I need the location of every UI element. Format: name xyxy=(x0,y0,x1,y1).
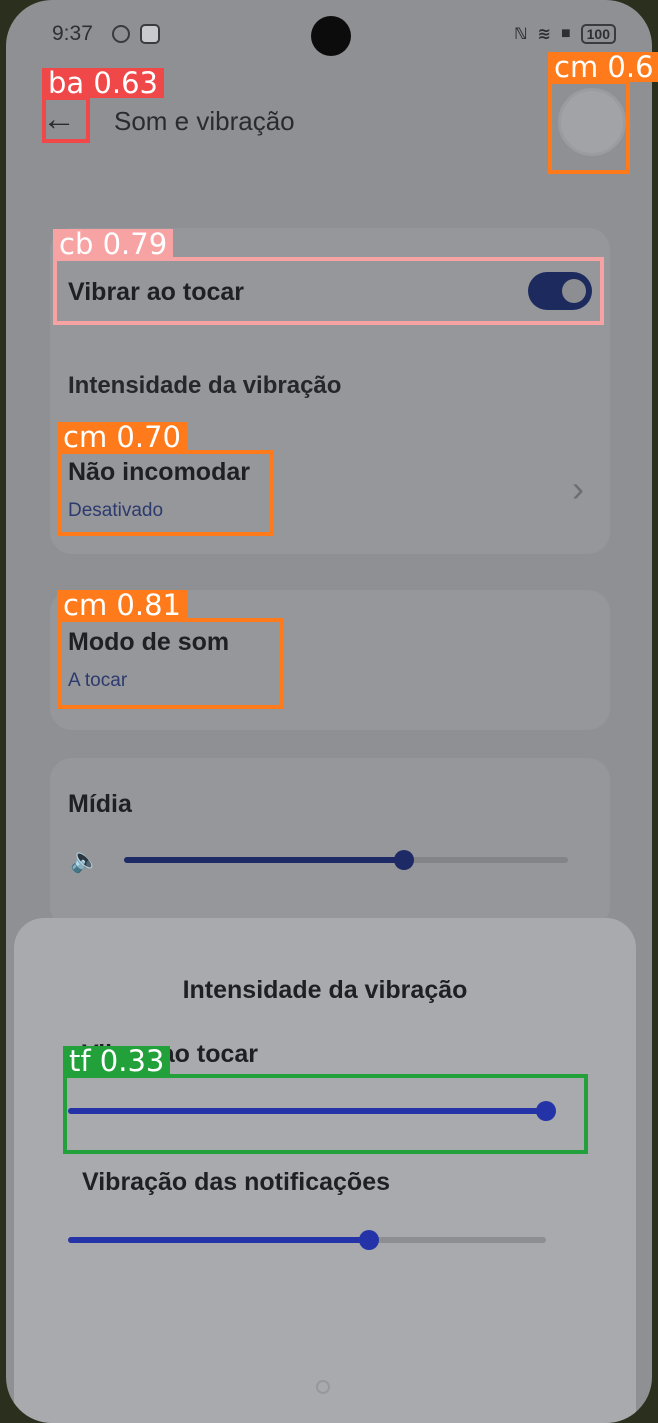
detection-box-back: ba 0.63 xyxy=(42,68,164,143)
slider-thumb[interactable] xyxy=(359,1230,380,1250)
detection-box-avatar: cm 0.6 xyxy=(548,52,658,174)
detection-label: ba 0.63 xyxy=(42,68,164,98)
notification-vibration-slider[interactable] xyxy=(68,1230,546,1250)
detection-box-toggle-row: cb 0.79 xyxy=(53,229,604,325)
detection-label: tf 0.33 xyxy=(63,1046,171,1076)
sim-icon: ■ xyxy=(560,25,571,42)
slider-fill xyxy=(124,857,404,863)
status-time: 9:37 xyxy=(52,22,93,45)
speaker-icon: 🔈 xyxy=(70,847,100,874)
detection-label: cm 0.70 xyxy=(57,422,187,452)
vibration-intensity-sheet: Intensidade da vibração Vibrar ao tocar … xyxy=(14,918,636,1423)
notification-vibration-label: Vibração das notificações xyxy=(82,1168,390,1196)
detection-label: cm 0.6 xyxy=(548,52,658,82)
status-icons: ℕ ≋ ■ 100 xyxy=(514,24,616,44)
home-indicator xyxy=(316,1380,330,1394)
slider-fill xyxy=(68,1237,370,1243)
detection-label: cm 0.81 xyxy=(57,590,187,620)
slider-thumb[interactable] xyxy=(393,850,414,870)
detection-box-sound-mode: cm 0.81 xyxy=(57,590,283,709)
media-volume-slider[interactable] xyxy=(124,850,568,870)
battery-icon: 100 xyxy=(580,24,616,44)
notification-icon xyxy=(140,24,160,44)
detection-box-touch-slider: tf 0.33 xyxy=(63,1046,588,1154)
wifi-icon: ≋ xyxy=(537,26,551,43)
media-volume-label: Mídia xyxy=(68,790,132,818)
front-camera xyxy=(311,16,351,56)
page-title: Som e vibração xyxy=(114,106,295,136)
detection-label: cb 0.79 xyxy=(53,229,174,259)
vibration-intensity-item[interactable]: Intensidade da vibração xyxy=(68,372,341,400)
nfc-icon: ℕ xyxy=(514,26,528,43)
phone-screen: 9:37 ℕ ≋ ■ 100 ← Som e vibração Vibrar a… xyxy=(6,0,652,1423)
sheet-title: Intensidade da vibração xyxy=(182,976,468,1004)
sync-icon xyxy=(112,25,130,43)
chevron-right-icon: › xyxy=(572,468,584,509)
detection-box-dnd: cm 0.70 xyxy=(57,422,273,536)
settings-card-volume xyxy=(50,758,610,928)
